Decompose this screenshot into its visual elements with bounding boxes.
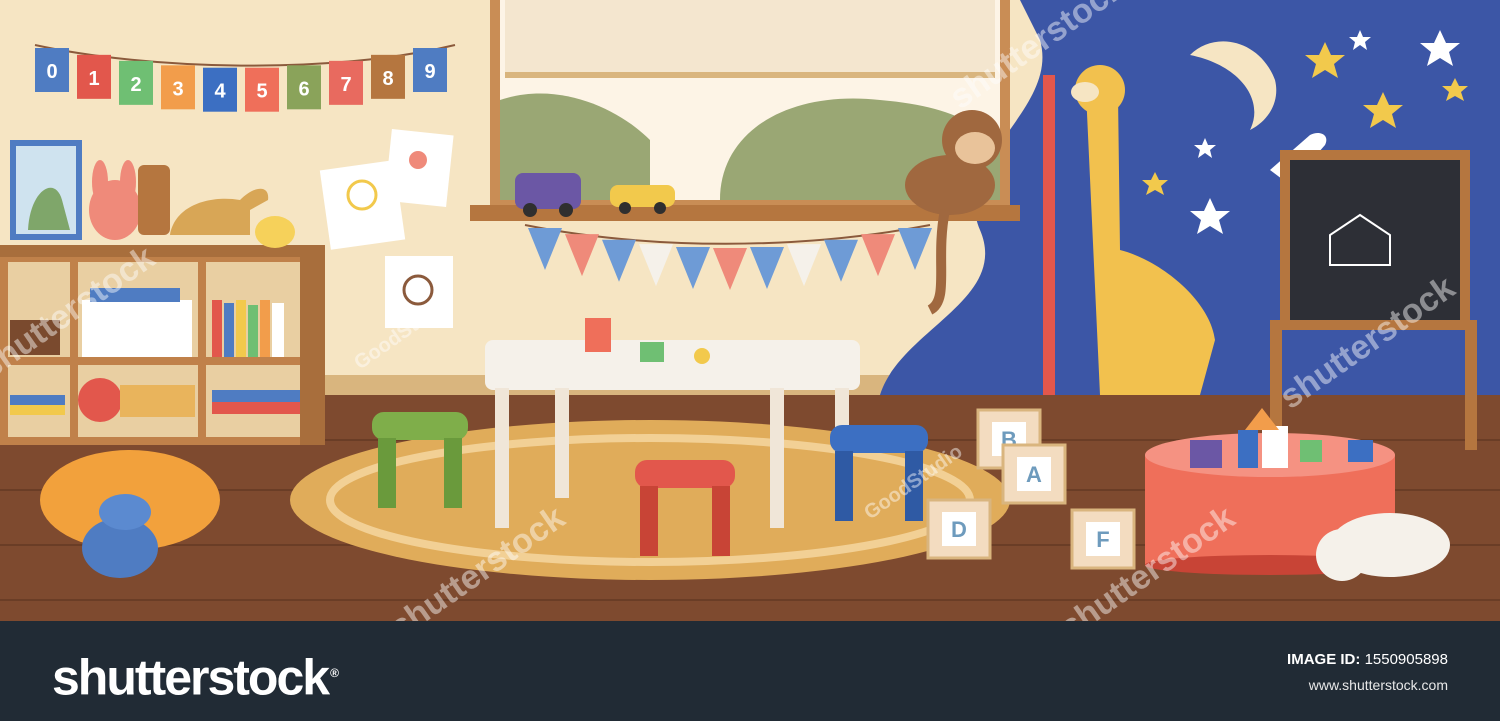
vase	[138, 165, 170, 235]
bunting-flag: 8	[371, 54, 405, 99]
toy-car	[610, 185, 675, 207]
registered-mark: ®	[330, 666, 339, 680]
block-letter: A	[1026, 462, 1042, 487]
bunting-digit: 1	[88, 68, 99, 90]
bunting-digit: 6	[298, 78, 309, 100]
bunting-flag: 2	[119, 60, 153, 105]
bunting-digit: 8	[382, 68, 393, 90]
bunting-digit: 0	[46, 61, 57, 83]
bunting-flag: 4	[203, 67, 237, 112]
bunting-digit: 9	[424, 61, 435, 83]
bunting-flag: 7	[329, 60, 363, 105]
bunting-digit: 5	[256, 81, 267, 103]
alphabet-block: F	[1070, 508, 1136, 570]
block-letter: D	[951, 517, 967, 542]
bunting-digit: 3	[172, 78, 183, 100]
alphabet-block: A	[1001, 443, 1067, 505]
bunting-flag: 1	[77, 54, 111, 99]
bunting-flag: 3	[161, 65, 195, 110]
bunting-digit: 2	[130, 74, 141, 96]
bunting-digit: 7	[340, 74, 351, 96]
image-id: IMAGE ID: 1550905898	[1287, 651, 1448, 668]
toy-bus	[515, 173, 581, 209]
image-id-value: 1550905898	[1364, 651, 1448, 668]
growth-ruler	[1043, 75, 1055, 395]
alphabet-block: D	[926, 498, 992, 560]
logo-text: shutterstock	[52, 649, 330, 706]
bunting-flag: 5	[245, 67, 279, 112]
illustration: 0 1 2 3 4 5 6 7 8 9 B A D F shutterstock shutters…	[0, 0, 1500, 621]
image-id-label: IMAGE ID:	[1287, 651, 1361, 668]
footer-bar: shutterstock ® IMAGE ID: 1550905898 www.s…	[0, 621, 1500, 721]
bunting-digit: 4	[214, 81, 226, 103]
bunting-flag: 0	[35, 48, 69, 92]
chick-toy	[255, 216, 295, 248]
site-url[interactable]: www.shutterstock.com	[1309, 677, 1448, 693]
shutterstock-logo[interactable]: shutterstock ®	[52, 645, 339, 706]
bunting-flag: 6	[287, 65, 321, 110]
block-letter: F	[1096, 527, 1109, 552]
bunting-flag: 9	[413, 48, 447, 92]
